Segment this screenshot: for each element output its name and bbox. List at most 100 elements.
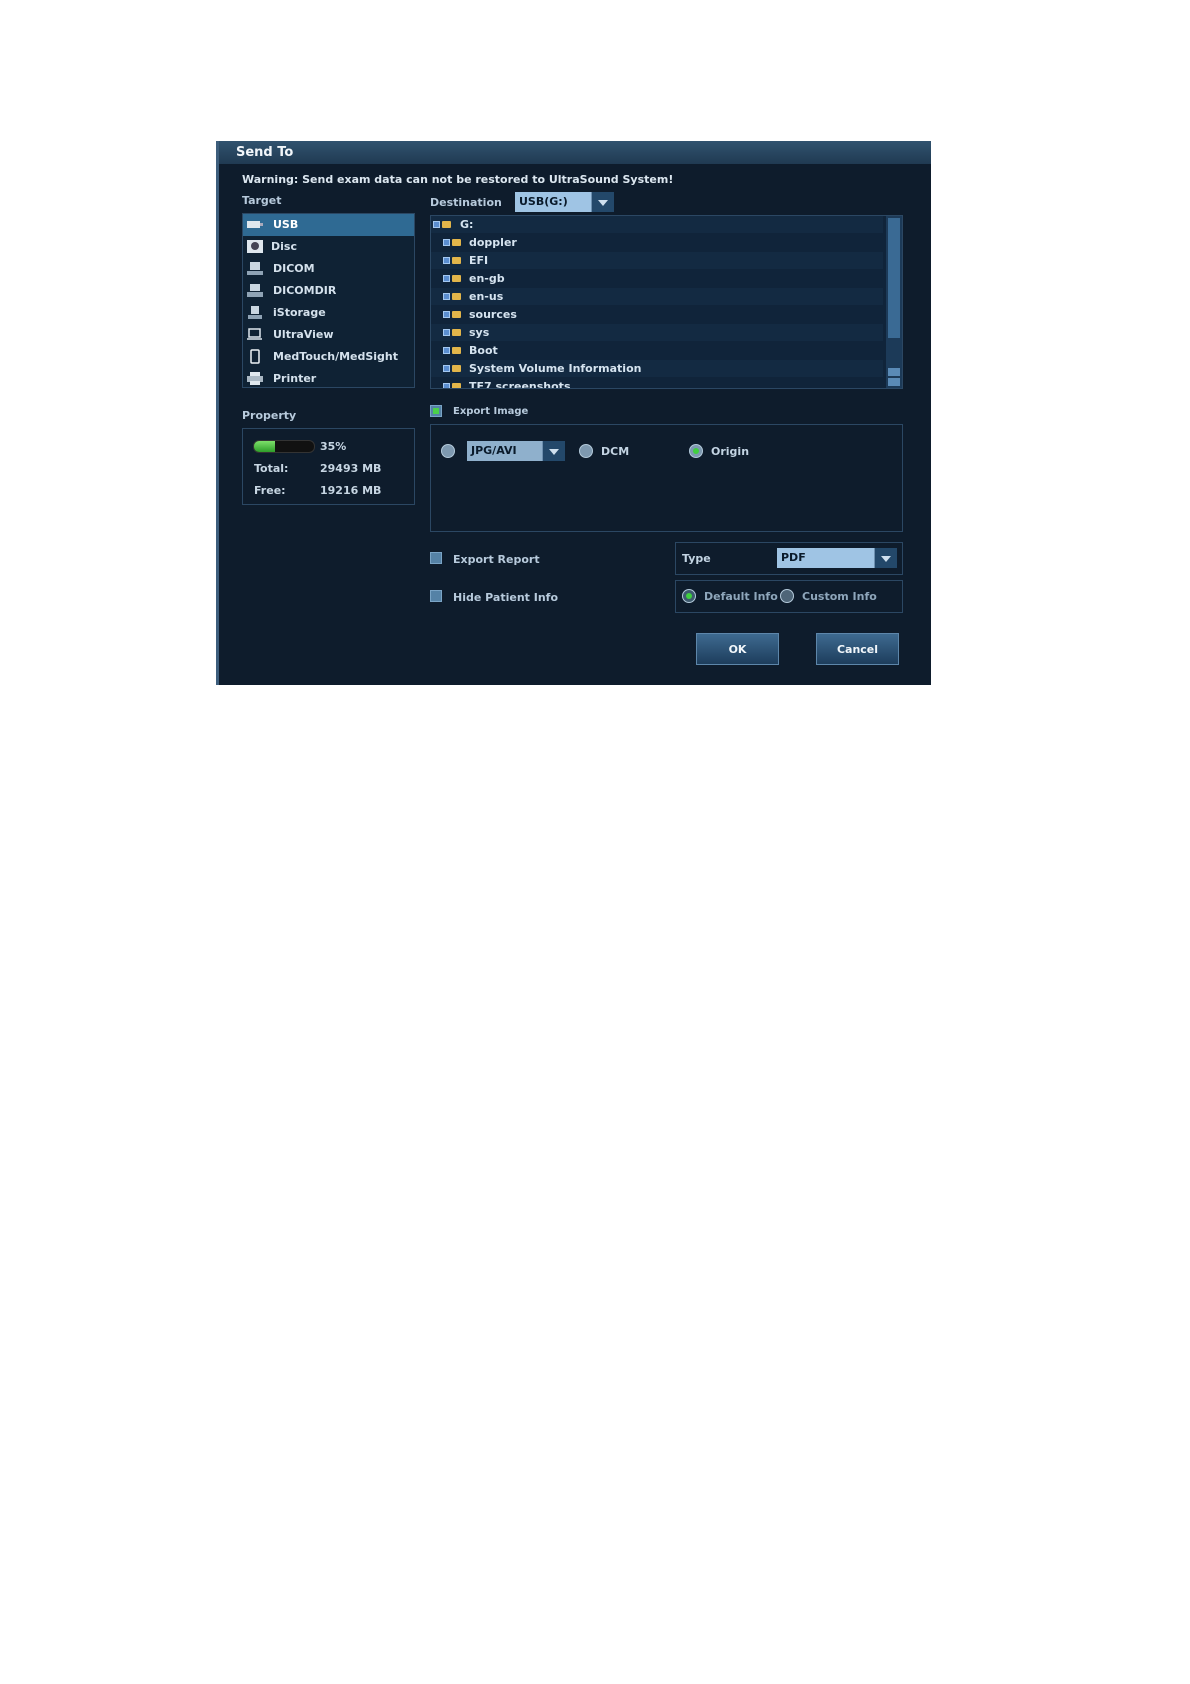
- istorage-icon: [248, 306, 262, 319]
- folder-icon: [452, 329, 461, 336]
- target-item-ultraview[interactable]: UltraView: [243, 324, 414, 346]
- tree-folder-label: System Volume Information: [469, 362, 642, 375]
- tree-folder-row[interactable]: en-us: [431, 288, 883, 305]
- ok-button[interactable]: OK: [696, 633, 779, 665]
- storage-usage-bar: [253, 440, 315, 453]
- target-item-label: USB: [273, 218, 299, 231]
- dcm-radio[interactable]: [579, 444, 593, 458]
- target-item-dicom[interactable]: DICOM: [243, 258, 414, 280]
- dicomdir-icon: [247, 284, 263, 297]
- format-select-value: JPG/AVI: [471, 444, 517, 457]
- tree-folder-row[interactable]: Boot: [431, 342, 883, 359]
- target-label: Target: [242, 194, 282, 207]
- custom-info-radio[interactable]: [780, 589, 794, 603]
- chevron-down-icon[interactable]: [591, 192, 614, 212]
- export-image-label: Export Image: [453, 406, 529, 417]
- expand-icon[interactable]: [443, 239, 450, 246]
- chevron-down-icon[interactable]: [542, 441, 565, 461]
- export-report-label: Export Report: [453, 553, 540, 566]
- report-type-select[interactable]: PDF: [777, 548, 897, 568]
- dialog-title: Send To: [219, 141, 931, 164]
- target-item-label: DICOMDIR: [273, 284, 337, 297]
- collapse-icon[interactable]: [433, 221, 440, 228]
- target-item-medtouch[interactable]: MedTouch/MedSight: [243, 346, 414, 368]
- hide-patient-checkbox[interactable]: [430, 590, 442, 602]
- target-item-usb[interactable]: USB: [243, 214, 414, 236]
- target-item-dicomdir[interactable]: DICOMDIR: [243, 280, 414, 302]
- destination-tree: G: doppler EFI en-gb en-us sources sys B…: [430, 215, 903, 389]
- folder-icon: [452, 275, 461, 282]
- target-item-printer[interactable]: Printer: [243, 368, 414, 390]
- destination-select[interactable]: USB(G:): [515, 192, 614, 212]
- tree-folder-row[interactable]: sys: [431, 324, 883, 341]
- export-report-checkbox[interactable]: [430, 552, 442, 564]
- report-type-value: PDF: [781, 551, 806, 564]
- tablet-icon: [250, 349, 260, 364]
- default-info-label: Default Info: [704, 590, 778, 603]
- default-info-radio[interactable]: [682, 589, 696, 603]
- target-item-label: iStorage: [273, 306, 326, 319]
- tree-scrollbar[interactable]: [886, 216, 902, 388]
- usb-icon: [247, 221, 263, 228]
- property-panel: 35% Total: 29493 MB Free: 19216 MB: [242, 428, 415, 505]
- chevron-down-icon[interactable]: [874, 548, 897, 568]
- expand-icon[interactable]: [443, 329, 450, 336]
- cancel-button[interactable]: Cancel: [816, 633, 899, 665]
- folder-icon: [452, 257, 461, 264]
- origin-radio[interactable]: [689, 444, 703, 458]
- tree-folder-label: en-gb: [469, 272, 505, 285]
- scroll-down-icon[interactable]: [888, 378, 900, 386]
- tree-folder-label: TE7 screenshots: [469, 380, 571, 389]
- tree-folder-row[interactable]: sources: [431, 306, 883, 323]
- target-item-istorage[interactable]: iStorage: [243, 302, 414, 324]
- printer-icon: [247, 372, 263, 385]
- tree-folder-row[interactable]: doppler: [431, 234, 883, 251]
- expand-icon[interactable]: [443, 365, 450, 372]
- target-list: USB Disc DICOM DICOMDIR iStorage UltraVi…: [242, 213, 415, 388]
- usage-percent: 35%: [320, 440, 347, 453]
- warning-message: Warning: Send exam data can not be resto…: [242, 173, 674, 186]
- export-image-checkbox[interactable]: [430, 405, 442, 417]
- folder-icon: [452, 311, 461, 318]
- origin-label: Origin: [711, 445, 750, 458]
- disc-icon: [247, 240, 263, 253]
- tree-folder-label: sys: [469, 326, 490, 339]
- expand-icon[interactable]: [443, 347, 450, 354]
- destination-select-value: USB(G:): [519, 195, 568, 208]
- expand-icon[interactable]: [443, 311, 450, 318]
- format-select[interactable]: JPG/AVI: [467, 441, 565, 461]
- tree-folder-row[interactable]: System Volume Information: [431, 360, 883, 377]
- ultraview-icon: [247, 328, 262, 340]
- export-image-options: JPG/AVI DCM Origin: [430, 424, 903, 532]
- dcm-label: DCM: [601, 445, 630, 458]
- send-to-dialog: Send To Warning: Send exam data can not …: [216, 141, 931, 685]
- folder-icon: [442, 221, 451, 228]
- tree-folder-row[interactable]: en-gb: [431, 270, 883, 287]
- folder-icon: [452, 383, 461, 388]
- folder-icon: [452, 239, 461, 246]
- tree-folder-label: sources: [469, 308, 517, 321]
- expand-icon[interactable]: [443, 257, 450, 264]
- tree-folder-label: en-us: [469, 290, 504, 303]
- free-value: 19216 MB: [320, 484, 382, 497]
- tree-root-row[interactable]: G:: [431, 216, 883, 233]
- scroll-up-icon[interactable]: [888, 368, 900, 376]
- expand-icon[interactable]: [443, 275, 450, 282]
- total-label: Total:: [254, 462, 289, 475]
- folder-icon: [452, 365, 461, 372]
- tree-folder-row[interactable]: EFI: [431, 252, 883, 269]
- target-item-disc[interactable]: Disc: [243, 236, 414, 258]
- expand-icon[interactable]: [443, 293, 450, 300]
- format-radio[interactable]: [441, 444, 455, 458]
- total-value: 29493 MB: [320, 462, 382, 475]
- tree-root-label: G:: [460, 218, 474, 231]
- scroll-thumb[interactable]: [888, 218, 900, 338]
- target-item-label: Disc: [271, 240, 297, 253]
- tree-folder-row[interactable]: TE7 screenshots: [431, 378, 883, 389]
- folder-icon: [452, 347, 461, 354]
- free-label: Free:: [254, 484, 286, 497]
- tree-folder-label: Boot: [469, 344, 498, 357]
- expand-icon[interactable]: [443, 383, 450, 388]
- tree-folder-label: doppler: [469, 236, 517, 249]
- dicom-icon: [247, 262, 263, 275]
